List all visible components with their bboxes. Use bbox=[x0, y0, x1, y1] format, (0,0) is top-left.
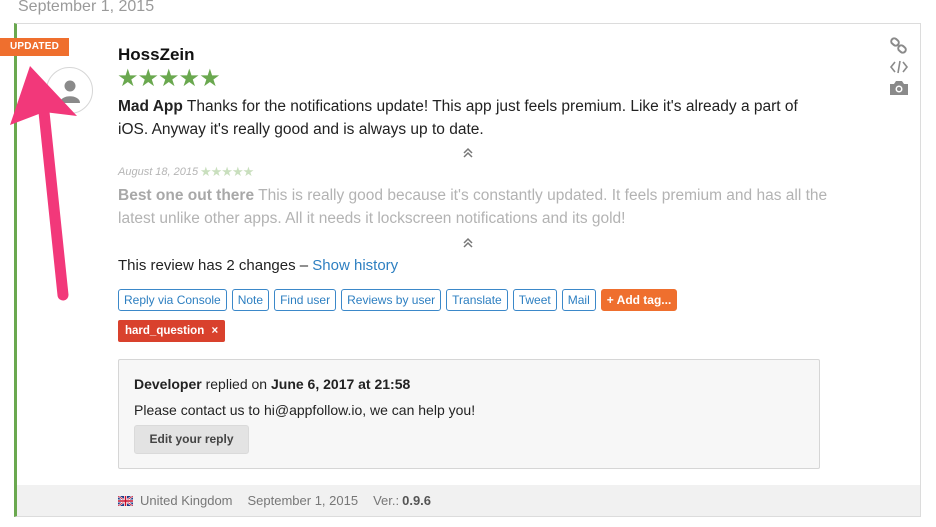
mail-button[interactable]: Mail bbox=[561, 289, 596, 311]
reply-author: Developer bbox=[134, 376, 202, 392]
changes-text: This review has 2 changes – bbox=[118, 257, 309, 274]
uk-flag-icon bbox=[118, 495, 133, 506]
review-stars: ★★★★★ bbox=[117, 65, 221, 92]
review-author: HossZein bbox=[118, 45, 195, 64]
footer-date: September 1, 2015 bbox=[247, 493, 359, 508]
edit-reply-button[interactable]: Edit your reply bbox=[134, 425, 249, 454]
reply-datetime: June 6, 2017 at 21:58 bbox=[270, 376, 411, 392]
group-date: September 1, 2015 bbox=[18, 0, 155, 15]
updated-badge: UPDATED bbox=[0, 38, 69, 56]
camera-icon[interactable] bbox=[889, 79, 909, 97]
review-footer: United Kingdom September 1, 2015 Ver.: 0… bbox=[17, 485, 920, 516]
review-body: Mad App Thanks for the notifications upd… bbox=[118, 95, 818, 141]
previous-review-title: Best one out there bbox=[118, 187, 255, 204]
footer-version: 0.9.6 bbox=[402, 493, 432, 508]
reply-via-console-button[interactable]: Reply via Console bbox=[118, 289, 227, 311]
reply-replied-on: replied on bbox=[205, 376, 268, 392]
reply-text: Please contact us to hi@appfollow.io, we… bbox=[134, 402, 476, 418]
note-button[interactable]: Note bbox=[231, 289, 270, 311]
avatar bbox=[46, 67, 93, 114]
previous-review-body: Best one out there This is really good b… bbox=[118, 184, 828, 230]
translate-button[interactable]: Translate bbox=[446, 289, 508, 311]
user-icon bbox=[59, 80, 80, 103]
developer-reply: Developer replied on June 6, 2017 at 21:… bbox=[118, 359, 820, 469]
side-toolbar bbox=[889, 37, 911, 100]
footer-country: United Kingdom bbox=[140, 493, 233, 508]
reply-header: Developer replied on June 6, 2017 at 21:… bbox=[134, 376, 410, 392]
link-icon[interactable] bbox=[889, 37, 909, 55]
show-history-link[interactable]: Show history bbox=[312, 257, 398, 274]
changes-summary: This review has 2 changes – Show history bbox=[118, 257, 398, 274]
reviews-by-user-button[interactable]: Reviews by user bbox=[341, 289, 442, 311]
footer-version-label: Ver.: bbox=[373, 493, 400, 508]
tag-hard-question: hard_question × bbox=[118, 320, 226, 342]
previous-review-date: August 18, 2015 bbox=[118, 166, 199, 178]
add-tag-button[interactable]: + Add tag... bbox=[600, 289, 678, 311]
tweet-button[interactable]: Tweet bbox=[512, 289, 557, 311]
collapse-up-icon-2[interactable] bbox=[458, 237, 478, 249]
code-icon[interactable] bbox=[889, 58, 909, 76]
collapse-up-icon[interactable] bbox=[458, 147, 478, 159]
tag-remove-icon[interactable]: × bbox=[211, 325, 218, 337]
find-user-button[interactable]: Find user bbox=[274, 289, 337, 311]
review-text: Thanks for the notifications update! Thi… bbox=[118, 98, 798, 138]
action-bar: Reply via Console Note Find user Reviews… bbox=[118, 289, 678, 311]
review-title: Mad App bbox=[118, 98, 183, 115]
tag-label: hard_question bbox=[125, 325, 205, 337]
previous-review-stars: ★★★★★ bbox=[200, 164, 254, 179]
